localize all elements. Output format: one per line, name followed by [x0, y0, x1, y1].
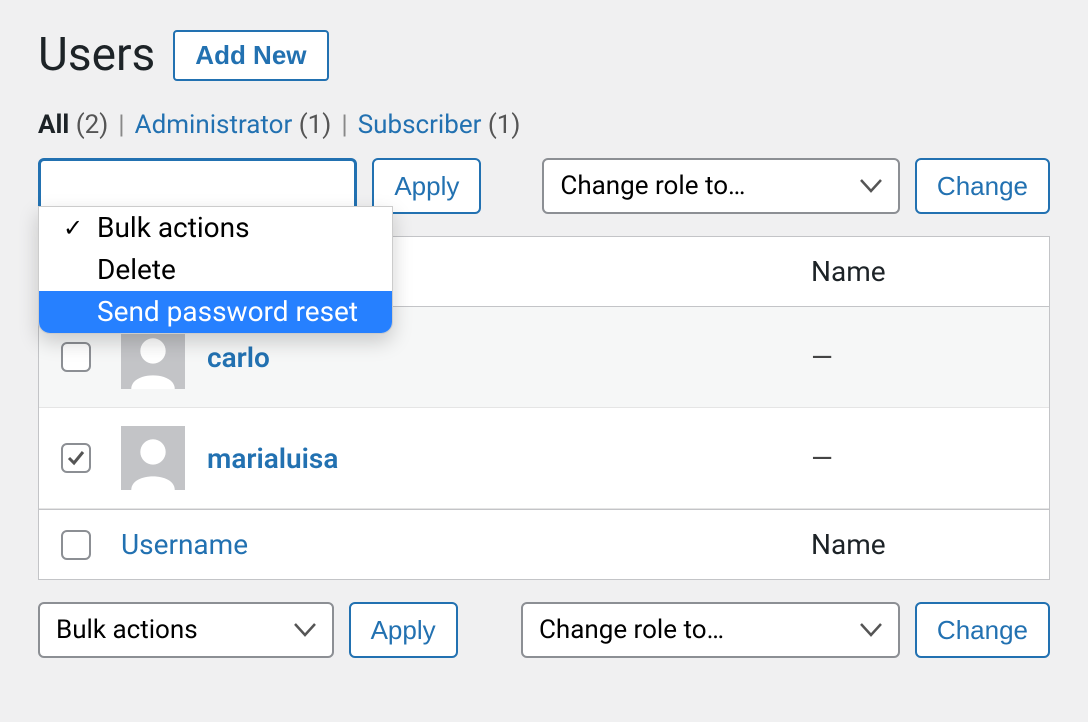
separator: |	[341, 110, 347, 140]
avatar	[121, 325, 185, 389]
filter-subscriber[interactable]: Subscriber (1)	[358, 110, 521, 140]
page-title: Users	[38, 28, 155, 82]
filter-all[interactable]: All (2)	[38, 110, 108, 140]
change-button-top[interactable]: Change	[915, 158, 1050, 214]
username-link[interactable]: carlo	[207, 341, 270, 374]
chevron-down-icon	[294, 623, 316, 637]
username-link[interactable]: marialuisa	[207, 442, 338, 475]
change-button-bottom[interactable]: Change	[915, 602, 1050, 658]
add-new-button[interactable]: Add New	[173, 30, 328, 81]
chevron-down-icon	[860, 179, 882, 193]
check-icon	[66, 448, 86, 468]
bulk-actions-select-bottom[interactable]: Bulk actions	[38, 602, 334, 658]
column-header-name: Name	[811, 255, 886, 288]
role-filter: All (2) | Administrator (1) | Subscriber…	[38, 110, 1050, 140]
dropdown-item-delete[interactable]: Delete	[39, 249, 392, 291]
top-actions-bar: Bulk actions Delete Send password reset …	[38, 158, 1050, 214]
bottom-actions-bar: Bulk actions Apply Change role to… Chang…	[38, 602, 1050, 658]
bulk-actions-dropdown: Bulk actions Delete Send password reset	[38, 206, 393, 334]
separator: |	[118, 110, 124, 140]
table-row: marialuisa —	[39, 408, 1049, 509]
row-checkbox[interactable]	[61, 443, 91, 473]
table-footer: Username Name	[39, 509, 1049, 579]
column-header-name: Name	[811, 528, 886, 561]
dropdown-item-send-password-reset[interactable]: Send password reset	[39, 291, 392, 333]
chevron-down-icon	[860, 623, 882, 637]
change-role-select-top[interactable]: Change role to…	[542, 158, 900, 214]
dropdown-item-bulk-actions[interactable]: Bulk actions	[39, 207, 392, 249]
header: Users Add New	[38, 28, 1050, 82]
avatar	[121, 426, 185, 490]
filter-administrator[interactable]: Administrator (1)	[135, 110, 332, 140]
select-all-checkbox-bottom[interactable]	[61, 530, 91, 560]
column-header-username[interactable]: Username	[121, 528, 248, 561]
row-checkbox[interactable]	[61, 342, 91, 372]
apply-button-bottom[interactable]: Apply	[349, 602, 458, 658]
name-cell: —	[811, 442, 833, 475]
change-role-select-bottom[interactable]: Change role to…	[521, 602, 900, 658]
name-cell: —	[811, 341, 833, 374]
